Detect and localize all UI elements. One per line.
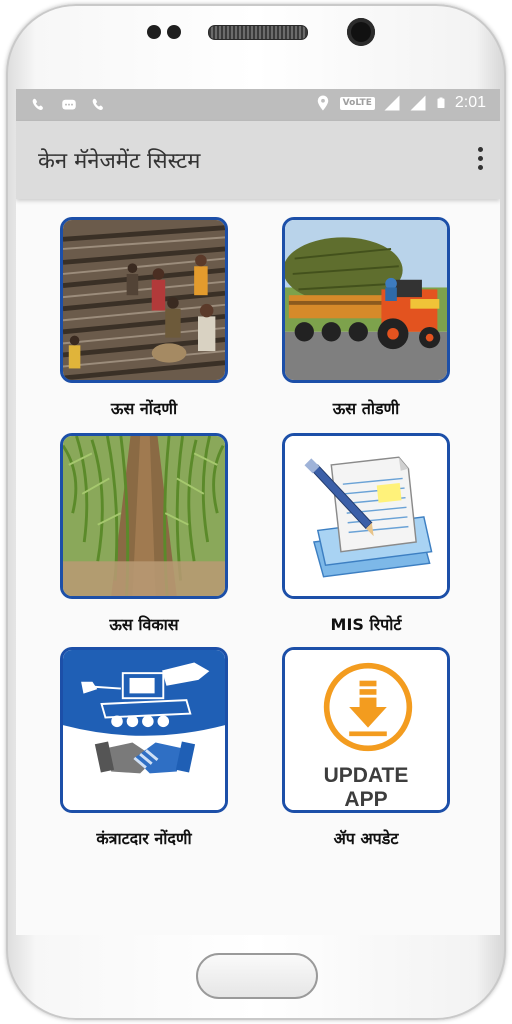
- update-app-card[interactable]: UPDATE APP: [282, 647, 450, 813]
- tile-app-update[interactable]: UPDATE APP ॲप अपडेट: [280, 647, 452, 849]
- sensor-dot: [167, 25, 181, 39]
- home-button[interactable]: [196, 953, 318, 999]
- signal-icon: [410, 95, 426, 111]
- sensor-dot: [147, 25, 161, 39]
- battery-icon: [437, 97, 445, 108]
- front-camera: [347, 18, 375, 46]
- message-icon: [62, 99, 76, 110]
- phone-frame: VoLTE 2:01 केन मॅनेजमेंट सिस्टम ऊस नोंदण…: [0, 0, 512, 1024]
- tile-label: ॲप अपडेट: [333, 829, 399, 848]
- tile-label: ऊस नोंदणी: [110, 399, 178, 418]
- tile-sugarcane-development[interactable]: ऊस विकास: [58, 433, 230, 635]
- tile-sugarcane-harvest[interactable]: ऊस तोडणी: [280, 217, 452, 419]
- update-text-line-1: UPDATE: [323, 764, 409, 787]
- location-icon: [317, 95, 328, 111]
- earpiece-speaker: [208, 25, 308, 40]
- volte-badge: VoLTE: [339, 96, 375, 110]
- report-documents-icon[interactable]: [282, 433, 450, 599]
- sugarcane-field-photo[interactable]: [60, 433, 228, 599]
- sugarcane-planting-photo[interactable]: [60, 217, 228, 383]
- harvester-handshake-icon[interactable]: [60, 647, 228, 813]
- tile-label: कंत्राटदार नोंदणी: [96, 829, 192, 848]
- app-title: केन मॅनेजमेंट सिस्टम: [38, 149, 201, 174]
- status-time: 2:01: [454, 94, 486, 111]
- update-text-line-2: APP: [344, 788, 388, 811]
- tile-mis-report[interactable]: MIS रिपोर्ट: [280, 433, 452, 635]
- download-icon: [323, 662, 413, 752]
- app-screen: VoLTE 2:01 केन मॅनेजमेंट सिस्टम ऊस नोंदण…: [16, 89, 500, 935]
- tile-label: ऊस विकास: [109, 615, 179, 634]
- tile-contractor-registration[interactable]: कंत्राटदार नोंदणी: [58, 647, 230, 849]
- tile-sugarcane-registration[interactable]: ऊस नोंदणी: [58, 217, 230, 419]
- more-vert-icon[interactable]: [474, 147, 486, 173]
- sugarcane-tractor-photo[interactable]: [282, 217, 450, 383]
- signal-icon: [384, 95, 400, 111]
- call-icon: [32, 98, 43, 110]
- tile-label: MIS रिपोर्ट: [330, 615, 402, 634]
- call-icon: [92, 98, 103, 110]
- app-bar: केन मॅनेजमेंट सिस्टम: [16, 121, 500, 199]
- tile-label: ऊस तोडणी: [332, 399, 400, 418]
- status-bar: VoLTE 2:01: [16, 89, 500, 121]
